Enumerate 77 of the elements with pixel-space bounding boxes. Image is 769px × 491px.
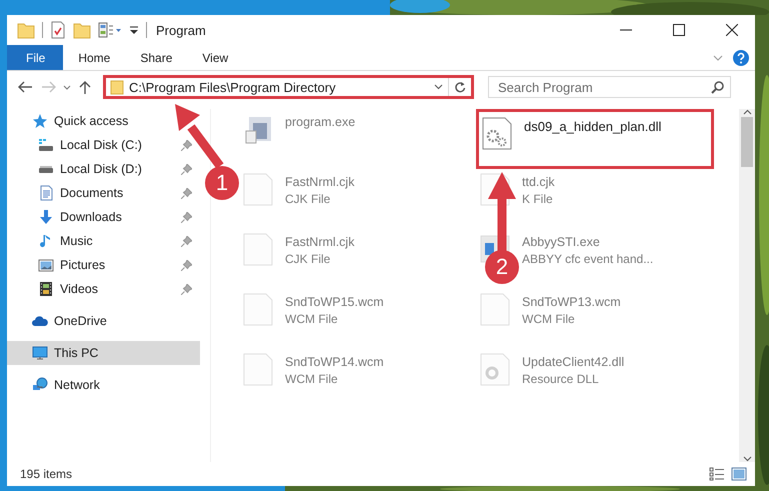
folder-icon — [110, 79, 124, 95]
help-icon[interactable] — [733, 50, 749, 66]
file-type: Resource DLL — [522, 372, 600, 386]
file-icon — [243, 233, 273, 266]
sidebar-item[interactable]: Videos — [7, 277, 200, 301]
sidebar-item[interactable]: Quick access — [7, 109, 136, 133]
address-bar[interactable]: C:\Program Files\Program Directory — [103, 75, 474, 99]
search-icon[interactable] — [711, 81, 724, 94]
file-type: ABBYY cfc event hand... — [522, 252, 654, 266]
file-name[interactable]: program.exe — [285, 115, 356, 129]
file-type: WCM File — [522, 312, 576, 326]
sidebar-item[interactable]: Documents — [7, 181, 200, 205]
file-name[interactable]: SndToWP14.wcm — [285, 355, 384, 369]
details-view-icon[interactable] — [709, 467, 725, 481]
file-name[interactable]: ttd.cjk — [522, 175, 555, 189]
drive-icon — [38, 139, 54, 151]
star-icon — [32, 113, 48, 129]
ribbon-tab[interactable]: Home — [63, 45, 126, 70]
sidebar-item[interactable]: Local Disk (D:) — [7, 157, 200, 181]
network-icon — [32, 377, 48, 393]
gear-file-icon — [480, 353, 510, 386]
scrollbar-thumb[interactable] — [741, 117, 753, 167]
down-arrow-icon — [38, 209, 54, 225]
sidebar-item[interactable]: Local Disk (C:) — [7, 133, 200, 157]
sidebar-item[interactable]: Downloads — [7, 205, 200, 229]
file-type: CJK File — [285, 192, 332, 206]
close-icon[interactable] — [726, 24, 738, 36]
dropdown-icon[interactable] — [129, 24, 139, 36]
refresh-icon[interactable] — [454, 81, 466, 93]
scroll-up-icon[interactable] — [742, 109, 752, 115]
file-menu-tab[interactable]: File — [7, 45, 64, 70]
file-name[interactable]: UpdateClient42.dll — [522, 355, 624, 369]
folder-icon — [17, 21, 35, 39]
file-type: WCM File — [285, 372, 339, 386]
file-name[interactable]: FastNrml.cjk — [285, 235, 354, 249]
file-name[interactable]: SndToWP15.wcm — [285, 295, 384, 309]
up-arrow-icon[interactable] — [79, 80, 91, 94]
file-name[interactable]: AbbyySTI.exe — [522, 235, 654, 249]
minimize-icon[interactable] — [620, 29, 632, 31]
address-path: C:\Program Files\Program Directory — [129, 80, 337, 94]
file-tile[interactable]: ds09_a_hidden_plan.dll — [476, 109, 714, 169]
drive-icon — [38, 166, 54, 172]
item-count: 195 items — [20, 467, 74, 481]
file-name[interactable]: FastNrml.cjk — [285, 175, 354, 189]
sidebar-item[interactable]: Pictures — [7, 253, 200, 277]
ribbon-tab[interactable]: View — [187, 45, 244, 70]
film-icon — [38, 281, 54, 297]
file-icon — [243, 173, 273, 206]
large-icons-view-icon[interactable] — [731, 467, 747, 481]
file-type: K File — [522, 192, 554, 206]
scroll-down-icon[interactable] — [742, 456, 752, 462]
file-type: WCM File — [285, 312, 339, 326]
maximize-icon[interactable] — [673, 24, 685, 36]
arrow — [175, 104, 224, 169]
expand-ribbon-icon[interactable] — [713, 54, 723, 60]
dropdown-icon[interactable] — [434, 84, 443, 90]
sidebar-item[interactable]: This PC — [7, 341, 200, 365]
file-type: CJK File — [285, 252, 332, 266]
document-icon — [38, 185, 54, 201]
checklist-icon[interactable] — [50, 21, 66, 39]
monitor-icon — [32, 345, 48, 361]
recent-locations-icon[interactable] — [63, 84, 71, 90]
file-icon — [243, 353, 273, 386]
file-name[interactable]: ds09_a_hidden_plan.dll — [524, 119, 662, 134]
ribbon-tab[interactable]: Share — [125, 45, 188, 70]
file-icon — [243, 293, 273, 326]
back-arrow-icon[interactable] — [17, 81, 33, 93]
window-title: Program — [156, 22, 206, 38]
sidebar-item[interactable]: Network — [7, 373, 108, 397]
file-name[interactable]: SndToWP13.wcm — [522, 295, 621, 309]
sidebar-item[interactable]: OneDrive — [7, 309, 115, 333]
picture-icon — [38, 257, 54, 273]
search-field[interactable]: Search Program — [488, 76, 731, 98]
file-icon — [480, 293, 510, 326]
properties-icon[interactable] — [98, 21, 122, 39]
sidebar-item[interactable]: Music — [7, 229, 200, 253]
gears-file-icon — [482, 117, 512, 150]
